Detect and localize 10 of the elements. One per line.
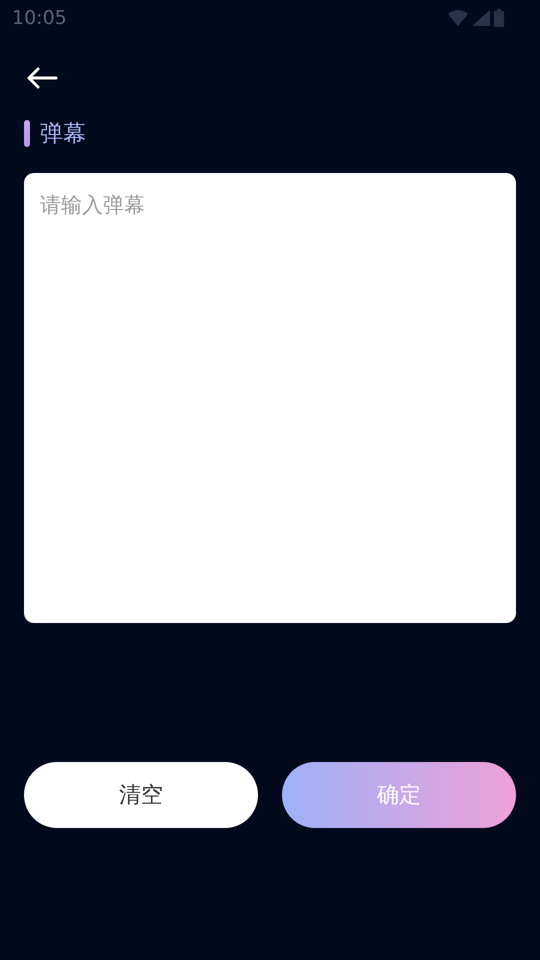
section-title: 弹幕 xyxy=(40,120,86,148)
battery-icon xyxy=(494,9,504,27)
status-time: 10:05 xyxy=(12,7,67,29)
accent-bar xyxy=(24,120,30,146)
wifi-icon xyxy=(448,10,468,26)
input-field[interactable]: 请输入弹幕 xyxy=(24,173,516,623)
back-arrow-icon xyxy=(26,67,58,89)
clear-button[interactable]: 清空 xyxy=(24,762,258,828)
back-button[interactable] xyxy=(26,67,58,89)
signal-icon xyxy=(472,10,490,26)
